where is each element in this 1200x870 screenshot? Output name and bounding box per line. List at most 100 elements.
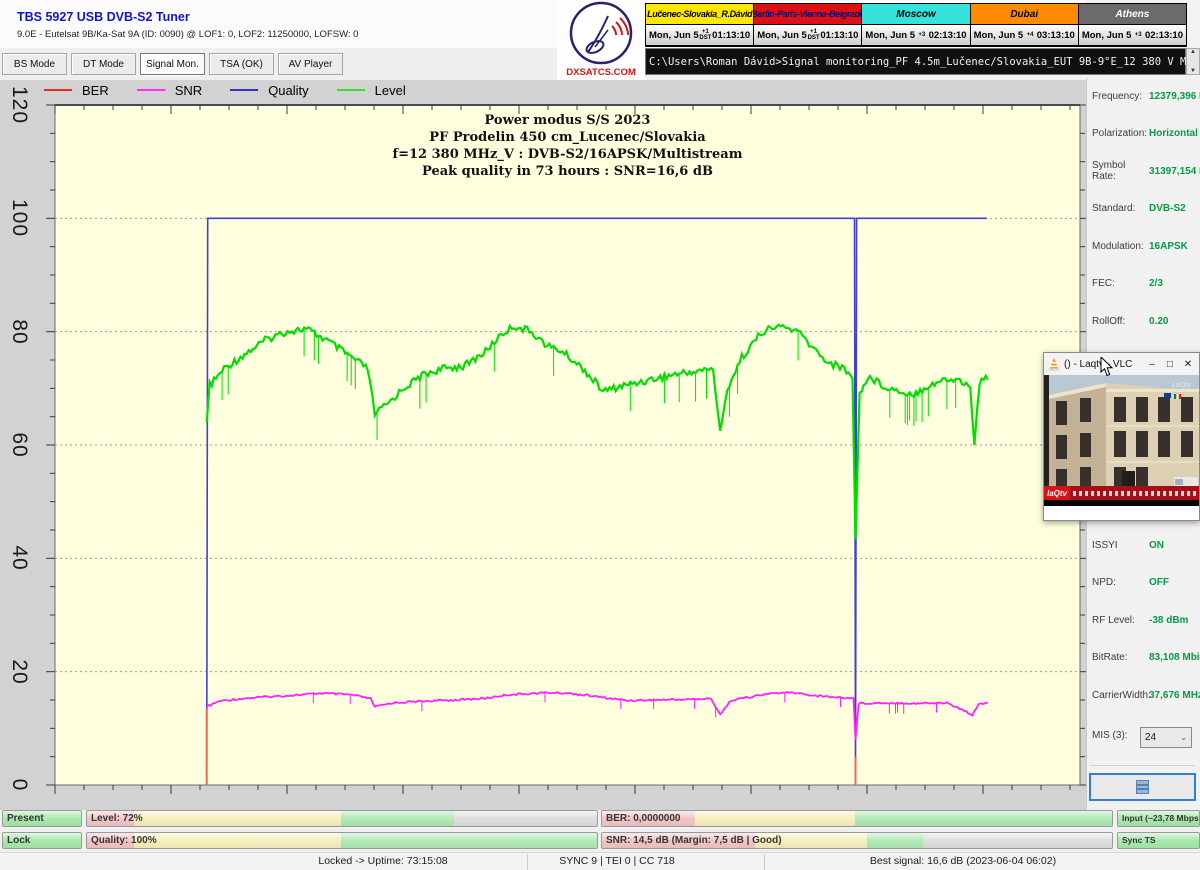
status-divider xyxy=(527,854,528,870)
app-window: TBS 5927 USB DVB-S2 Tuner 9.0E - Eutelsa… xyxy=(0,0,1200,870)
tab-signal-mon-[interactable]: Signal Mon. xyxy=(140,53,205,75)
legend-label: SNR xyxy=(175,83,202,98)
y-axis-tick-label: 0 xyxy=(4,770,34,800)
clock-time-value: 01:13:10 xyxy=(820,30,858,41)
svg-text:LaQtv: LaQtv xyxy=(1172,382,1191,389)
satellite-dish-icon xyxy=(568,0,634,66)
scroll-down-icon[interactable]: ▼ xyxy=(1190,68,1196,74)
bar-quality: Quality: 100% xyxy=(86,832,598,849)
scroll-up-icon[interactable]: ▲ xyxy=(1190,49,1196,55)
tab-av-player[interactable]: AV Player xyxy=(278,53,343,75)
vlc-minimize-button[interactable]: – xyxy=(1145,359,1159,370)
bar-label: Input (~23,78 Mbps) xyxy=(1122,811,1200,826)
clock-city-label: Lučenec-Slovakia_R.Dávid xyxy=(646,4,753,25)
logo-text: DXSATCS.COM xyxy=(566,67,636,78)
clock-utc-offset: +3 xyxy=(1135,32,1142,38)
vlc-close-button[interactable]: ✕ xyxy=(1181,359,1195,370)
clock-time: Mon, Jun 5+302:13:10 xyxy=(862,25,969,45)
bar-snr: SNR: 14,5 dB (Margin: 7,5 dB | Good) xyxy=(601,832,1113,849)
vlc-window[interactable]: () - Laqtv - VLC – □ ✕ xyxy=(1043,352,1200,521)
tab-bs-mode[interactable]: BS Mode xyxy=(2,53,67,75)
bar-gloss xyxy=(87,811,597,826)
bar-syncts: Sync TS xyxy=(1117,832,1200,849)
legend-label: BER xyxy=(82,83,109,98)
legend-item-ber: BER xyxy=(44,83,109,98)
legend-line-swatch xyxy=(44,89,72,91)
status-sync: SYNC 9 | TEI 0 | CC 718 xyxy=(559,855,675,867)
param-row-standard: Standard:DVB-S2 xyxy=(1092,201,1196,217)
chart-title: Power modus S/S 2023PF Prodelin 450 cm_L… xyxy=(55,112,1080,180)
bar-gloss xyxy=(87,833,597,848)
clock-date: Mon, Jun 5 xyxy=(974,30,1024,41)
param-value: ON xyxy=(1149,540,1164,551)
param-value: -38 dBm xyxy=(1149,615,1188,626)
chevron-down-icon: ⌄ xyxy=(1180,733,1187,742)
param-value: OFF xyxy=(1149,577,1169,588)
clock-city-label: Moscow xyxy=(862,4,969,25)
vlc-maximize-button[interactable]: □ xyxy=(1163,359,1177,370)
clock-time-value: 02:13:10 xyxy=(1145,30,1183,41)
clock-moscow: MoscowMon, Jun 5+302:13:10 xyxy=(862,4,970,46)
y-axis-tick-label: 120 xyxy=(4,90,34,120)
param-label: Symbol Rate: xyxy=(1092,160,1149,182)
clock-time-value: 02:13:10 xyxy=(929,30,967,41)
bar-label: Level: 72% xyxy=(91,811,143,826)
clock-date: Mon, Jun 5 xyxy=(1082,30,1132,41)
clock-time: Mon, Jun 5+302:13:10 xyxy=(1079,25,1186,45)
status-uptime: Locked -> Uptime: 73:15:08 xyxy=(318,855,447,867)
panel-separator xyxy=(1090,765,1195,766)
param-value: 12379,396 MHz xyxy=(1149,91,1200,102)
param-label: ISSYI xyxy=(1092,540,1149,551)
mis-value: 24 xyxy=(1145,732,1156,743)
mouse-cursor xyxy=(1100,357,1114,377)
bar-lock: Lock xyxy=(2,832,82,849)
panel-list-button[interactable] xyxy=(1089,773,1196,801)
y-axis-tick-label: 20 xyxy=(4,657,34,687)
bar-label: Present xyxy=(7,811,44,826)
param-row-bitrate: BitRate:83,108 Mbit/s xyxy=(1092,650,1196,666)
tab-tsa-ok-[interactable]: TSA (OK) xyxy=(209,53,274,75)
command-prompt-text: C:\Users\Roman Dávid>Signal monitoring_P… xyxy=(646,56,1200,68)
status-bar: Locked -> Uptime: 73:15:08 SYNC 9 | TEI … xyxy=(0,852,1200,870)
param-row-rolloff: RollOff:0.20 xyxy=(1092,313,1196,329)
ticker-text-illegible xyxy=(1073,491,1198,496)
clock-time-value: 03:13:10 xyxy=(1037,30,1075,41)
clock-utc-offset: +4 xyxy=(1027,32,1034,38)
param-value: 31397,154 KS/s xyxy=(1149,166,1200,177)
chart-legend: BERSNRQualityLevel xyxy=(0,80,1086,100)
vlc-video-frame[interactable]: LaQtv laQtv xyxy=(1044,375,1199,500)
bar-label: Quality: 100% xyxy=(91,833,157,848)
command-prompt-scrollbar[interactable]: ▲ ▼ xyxy=(1186,48,1200,75)
bar-level: Level: 72% xyxy=(86,810,598,827)
world-clocks: Lučenec-Slovakia_R.DávidMon, Jun 5+1DST0… xyxy=(645,3,1187,47)
y-axis-tick-label: 80 xyxy=(4,317,34,347)
param-value: 2/3 xyxy=(1149,278,1163,289)
dxsatcs-logo: DXSATCS.COM xyxy=(557,0,645,80)
clock-time: Mon, Jun 5+1DST01:13:10 xyxy=(646,25,753,45)
clock-date: Mon, Jun 5 xyxy=(757,30,807,41)
param-row-modulation: Modulation:16APSK xyxy=(1092,238,1196,254)
bar-input: Input (~23,78 Mbps) xyxy=(1117,810,1200,827)
param-row-fec: FEC:2/3 xyxy=(1092,276,1196,292)
param-label: RF Level: xyxy=(1092,615,1149,626)
param-value: 37,676 MHz xyxy=(1149,690,1200,701)
param-label: NPD: xyxy=(1092,577,1149,588)
param-label: Frequency: xyxy=(1092,91,1149,102)
param-row-symbolrate: Symbol Rate:31397,154 KS/s xyxy=(1092,163,1196,179)
mis-label-row: MIS (3): xyxy=(1092,727,1138,743)
legend-item-level: Level xyxy=(337,83,406,98)
param-value: DVB-S2 xyxy=(1149,203,1186,214)
tab-dt-mode[interactable]: DT Mode xyxy=(71,53,136,75)
mis-dropdown[interactable]: 24 ⌄ xyxy=(1140,727,1192,748)
y-axis-tick-label: 60 xyxy=(4,430,34,460)
param-label: CarrierWidth: xyxy=(1092,690,1149,701)
video-letterbox xyxy=(1044,500,1199,506)
signal-status-bars: PresentLockLevel: 72%Quality: 100%BER: 0… xyxy=(0,810,1200,852)
legend-item-snr: SNR xyxy=(137,83,202,98)
clock-dubai: Dubai Mon, Jun 5+403:13:10 xyxy=(971,4,1079,46)
vlc-titlebar[interactable]: () - Laqtv - VLC – □ ✕ xyxy=(1044,353,1199,375)
transponder-subtitle: 9.0E - Eutelsat 9B/Ka-Sat 9A (ID: 0090) … xyxy=(17,29,358,40)
clock-utc-offset: +1DST xyxy=(808,29,820,41)
param-row-carrierwidth: CarrierWidth:37,676 MHz xyxy=(1092,687,1196,703)
clock-city-label: Dubai xyxy=(971,4,1078,25)
